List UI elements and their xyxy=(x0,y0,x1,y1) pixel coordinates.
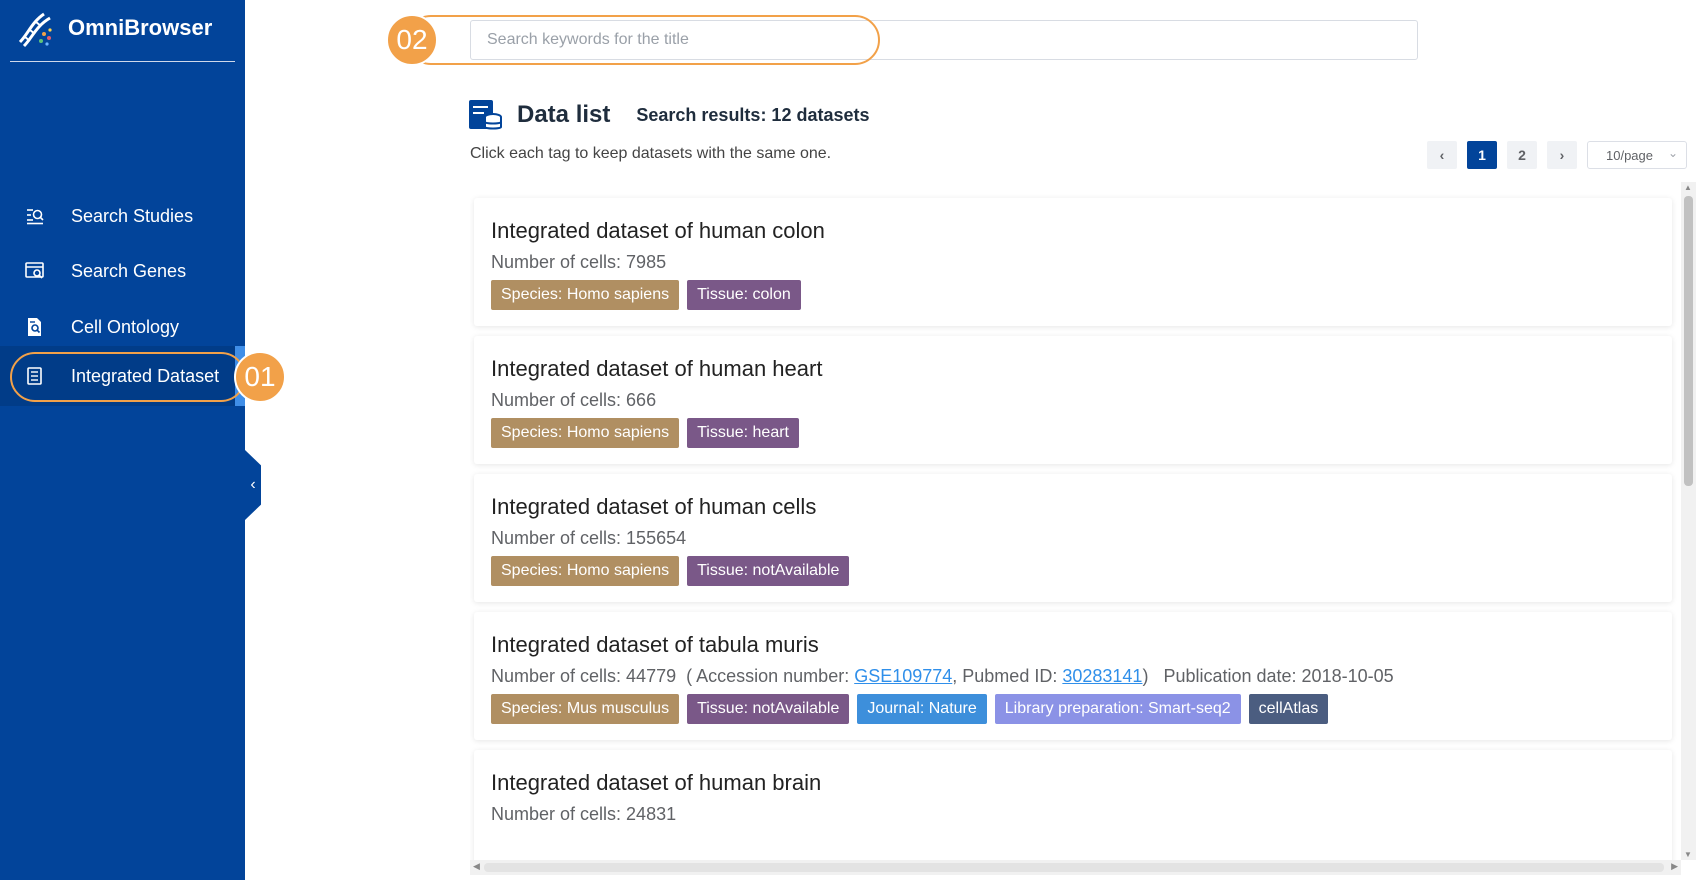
page-size-select[interactable]: 10/page ⌄ xyxy=(1587,141,1687,169)
highlight-ring-01 xyxy=(10,352,246,402)
dataset-card[interactable]: Integrated dataset of tabula muris Numbe… xyxy=(474,612,1672,740)
tag-tissue[interactable]: Tissue: notAvailable xyxy=(687,694,850,724)
tag-species[interactable]: Species: Homo sapiens xyxy=(491,418,680,448)
pubmed-link[interactable]: 30283141 xyxy=(1062,666,1142,686)
search-list-icon xyxy=(24,205,46,227)
horizontal-scrollbar[interactable]: ◀ ▶ xyxy=(470,860,1681,875)
page-size-value: 10/page xyxy=(1606,147,1653,163)
tag-species[interactable]: Species: Homo sapiens xyxy=(491,280,680,310)
step-badge-01: 01 xyxy=(234,351,286,403)
search-window-icon xyxy=(24,260,46,282)
dataset-card[interactable]: Integrated dataset of human cells Number… xyxy=(474,474,1672,602)
step-badge-02: 02 xyxy=(386,14,438,66)
scroll-right-icon[interactable]: ▶ xyxy=(1671,861,1678,872)
scroll-left-icon[interactable]: ◀ xyxy=(473,861,480,872)
dataset-cell-count: Number of cells: 44779 xyxy=(491,666,677,686)
next-page-button[interactable]: › xyxy=(1547,141,1577,169)
accession-link[interactable]: GSE109774 xyxy=(854,666,952,686)
search-result-count: Search results: 12 datasets xyxy=(636,104,870,125)
tag-tissue[interactable]: Tissue: colon xyxy=(687,280,801,310)
dataset-list: Integrated dataset of human colon Number… xyxy=(470,190,1680,870)
dataset-title[interactable]: Integrated dataset of tabula muris xyxy=(491,632,819,658)
chevron-down-icon: ⌄ xyxy=(1667,146,1678,160)
sidebar-item-search-genes[interactable]: Search Genes xyxy=(0,241,245,301)
dataset-cell-count: Number of cells: 666 xyxy=(491,390,657,410)
dataset-cell-count: Number of cells: 7985 xyxy=(491,252,667,272)
dataset-cell-count: Number of cells: 155654 xyxy=(491,528,687,548)
document-search-icon xyxy=(24,316,46,338)
scroll-up-icon[interactable]: ▲ xyxy=(1684,183,1692,192)
dataset-title[interactable]: Integrated dataset of human colon xyxy=(491,218,825,244)
search-input[interactable] xyxy=(471,21,1417,59)
horizontal-scroll-thumb[interactable] xyxy=(484,863,1664,872)
tag-library[interactable]: Library preparation: Smart-seq2 xyxy=(994,694,1241,724)
tag-list: Species: Homo sapiens Tissue: colon xyxy=(491,280,809,310)
tag-hint-text: Click each tag to keep datasets with the… xyxy=(470,145,832,162)
sidebar-item-label: Cell Ontology xyxy=(71,316,180,337)
scroll-down-icon[interactable]: ▼ xyxy=(1684,850,1692,859)
dataset-card[interactable]: Integrated dataset of human heart Number… xyxy=(474,336,1672,464)
vertical-scroll-thumb[interactable] xyxy=(1684,196,1693,486)
tag-species[interactable]: Species: Homo sapiens xyxy=(491,556,680,586)
tag-list: Species: Mus musculus Tissue: notAvailab… xyxy=(491,694,1336,724)
sidebar-item-label: Search Genes xyxy=(71,260,187,281)
vertical-scrollbar[interactable]: ▲ ▼ xyxy=(1681,182,1696,860)
logo[interactable]: OmniBrowser xyxy=(14,8,212,48)
logo-divider xyxy=(10,61,235,62)
dataset-title[interactable]: Integrated dataset of human brain xyxy=(491,770,821,796)
pubmed-label: , Pubmed ID: xyxy=(952,666,1063,686)
sidebar-item-search-studies[interactable]: Search Studies xyxy=(0,186,245,246)
tag-species[interactable]: Species: Mus musculus xyxy=(491,694,680,724)
dataset-title[interactable]: Integrated dataset of human cells xyxy=(491,494,816,520)
page-title: Data list xyxy=(517,101,611,128)
publication-date: Publication date: 2018-10-05 xyxy=(1163,666,1394,686)
pubmed-close: ) xyxy=(1142,666,1149,686)
database-list-icon xyxy=(469,100,502,130)
tag-tissue[interactable]: Tissue: notAvailable xyxy=(687,556,850,586)
dna-logo-icon xyxy=(18,12,52,48)
dataset-cell-count: Number of cells: 24831 xyxy=(491,804,677,824)
app-name: OmniBrowser xyxy=(68,15,213,40)
dataset-card[interactable]: Integrated dataset of human brain Number… xyxy=(474,750,1672,870)
tag-list: Species: Homo sapiens Tissue: notAvailab… xyxy=(491,556,857,586)
dataset-card[interactable]: Integrated dataset of human colon Number… xyxy=(474,198,1672,326)
search-box[interactable] xyxy=(470,20,1418,60)
page-2-button[interactable]: 2 xyxy=(1507,141,1537,169)
dataset-title[interactable]: Integrated dataset of human heart xyxy=(491,356,822,382)
data-list-header: Data list Search results: 12 datasets xyxy=(468,98,870,132)
pagination: ‹ 1 2 › 10/page ⌄ xyxy=(1427,141,1687,169)
accession-label: ( Accession number: xyxy=(686,666,855,686)
prev-page-button[interactable]: ‹ xyxy=(1427,141,1457,169)
sidebar: OmniBrowser Search Studies Search Genes … xyxy=(0,0,245,880)
dataset-meta: Number of cells: 44779 ( Accession numbe… xyxy=(491,666,1394,687)
sidebar-collapse-button[interactable]: ‹ xyxy=(245,450,261,520)
tag-journal[interactable]: Journal: Nature xyxy=(857,694,987,724)
page-1-button[interactable]: 1 xyxy=(1467,141,1497,169)
tag-cellatlas[interactable]: cellAtlas xyxy=(1248,694,1329,724)
sidebar-item-label: Search Studies xyxy=(71,205,194,226)
tag-tissue[interactable]: Tissue: heart xyxy=(687,418,799,448)
tag-list: Species: Homo sapiens Tissue: heart xyxy=(491,418,807,448)
chevron-left-icon: ‹ xyxy=(250,476,256,493)
